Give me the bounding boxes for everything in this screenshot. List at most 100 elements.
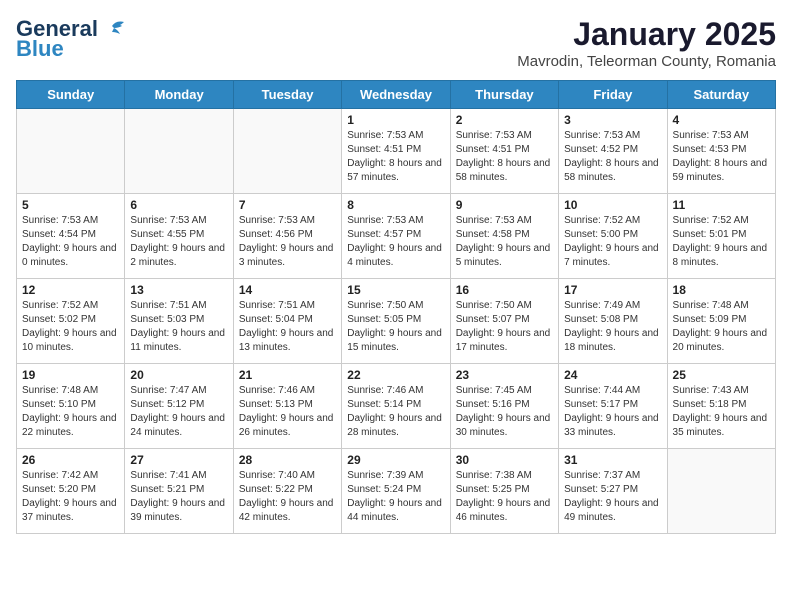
day-info: Sunrise: 7:40 AM Sunset: 5:22 PM Dayligh… [239, 469, 336, 525]
day-info: Sunrise: 7:50 AM Sunset: 5:05 PM Dayligh… [347, 299, 444, 355]
day-number: 1 [347, 113, 444, 127]
day-number: 27 [130, 453, 227, 467]
weekday-header: Friday [559, 81, 667, 109]
day-number: 28 [239, 453, 336, 467]
calendar-week-row: 26Sunrise: 7:42 AM Sunset: 5:20 PM Dayli… [17, 449, 776, 534]
day-info: Sunrise: 7:46 AM Sunset: 5:13 PM Dayligh… [239, 384, 336, 440]
day-info: Sunrise: 7:53 AM Sunset: 4:51 PM Dayligh… [456, 129, 553, 185]
calendar-cell: 1 Sunrise: 7:53 AM Sunset: 4:51 PM Daylig… [342, 109, 450, 194]
day-info: Sunrise: 7:53 AM Sunset: 4:57 PM Dayligh… [347, 214, 444, 270]
calendar-cell [17, 109, 125, 194]
day-info: Sunrise: 7:49 AM Sunset: 5:08 PM Dayligh… [564, 299, 661, 355]
calendar-cell: 29 Sunrise: 7:39 AM Sunset: 5:24 PM Dayli… [342, 449, 450, 534]
weekday-header: Monday [125, 81, 233, 109]
calendar-cell: 2 Sunrise: 7:53 AM Sunset: 4:51 PM Daylig… [450, 109, 558, 194]
calendar-cell: 25 Sunrise: 7:43 AM Sunset: 5:18 PM Dayli… [667, 364, 775, 449]
day-number: 7 [239, 198, 336, 212]
day-info: Sunrise: 7:45 AM Sunset: 5:16 PM Dayligh… [456, 384, 553, 440]
day-number: 9 [456, 198, 553, 212]
page-header: General Blue January 2025 Mavrodin, Tele… [16, 16, 776, 70]
day-number: 31 [564, 453, 661, 467]
day-info: Sunrise: 7:38 AM Sunset: 5:25 PM Dayligh… [456, 469, 553, 525]
title-block: January 2025 Mavrodin, Teleorman County,… [517, 16, 776, 70]
day-number: 21 [239, 368, 336, 382]
day-info: Sunrise: 7:53 AM Sunset: 4:54 PM Dayligh… [22, 214, 119, 270]
day-info: Sunrise: 7:37 AM Sunset: 5:27 PM Dayligh… [564, 469, 661, 525]
day-info: Sunrise: 7:43 AM Sunset: 5:18 PM Dayligh… [673, 384, 770, 440]
calendar-week-row: 19 Sunrise: 7:48 AM Sunset: 5:10 PM Dayli… [17, 364, 776, 449]
calendar-subtitle: Mavrodin, Teleorman County, Romania [517, 53, 776, 70]
weekday-header: Sunday [17, 81, 125, 109]
day-info: Sunrise: 7:53 AM Sunset: 4:58 PM Dayligh… [456, 214, 553, 270]
day-number: 8 [347, 198, 444, 212]
weekday-header: Tuesday [233, 81, 341, 109]
calendar-cell: 3 Sunrise: 7:53 AM Sunset: 4:52 PM Daylig… [559, 109, 667, 194]
calendar-cell: 12 Sunrise: 7:52 AM Sunset: 5:02 PM Dayli… [17, 279, 125, 364]
calendar-week-row: 5 Sunrise: 7:53 AM Sunset: 4:54 PM Daylig… [17, 194, 776, 279]
day-number: 5 [22, 198, 119, 212]
day-number: 15 [347, 283, 444, 297]
weekday-header: Thursday [450, 81, 558, 109]
calendar-cell: 10Sunrise: 7:52 AM Sunset: 5:00 PM Dayli… [559, 194, 667, 279]
day-info: Sunrise: 7:51 AM Sunset: 5:03 PM Dayligh… [130, 299, 227, 355]
day-info: Sunrise: 7:47 AM Sunset: 5:12 PM Dayligh… [130, 384, 227, 440]
calendar-title: January 2025 [517, 16, 776, 53]
calendar-cell: 23 Sunrise: 7:45 AM Sunset: 5:16 PM Dayli… [450, 364, 558, 449]
day-number: 29 [347, 453, 444, 467]
day-info: Sunrise: 7:41 AM Sunset: 5:21 PM Dayligh… [130, 469, 227, 525]
logo-blue: Blue [16, 36, 64, 62]
day-info: Sunrise: 7:46 AM Sunset: 5:14 PM Dayligh… [347, 384, 444, 440]
day-number: 6 [130, 198, 227, 212]
calendar-cell [125, 109, 233, 194]
day-number: 20 [130, 368, 227, 382]
day-info: Sunrise: 7:39 AM Sunset: 5:24 PM Dayligh… [347, 469, 444, 525]
calendar-cell: 8 Sunrise: 7:53 AM Sunset: 4:57 PM Daylig… [342, 194, 450, 279]
day-info: Sunrise: 7:53 AM Sunset: 4:52 PM Dayligh… [564, 129, 661, 185]
calendar-cell: 14Sunrise: 7:51 AM Sunset: 5:04 PM Dayli… [233, 279, 341, 364]
weekday-header: Saturday [667, 81, 775, 109]
calendar-cell: 16 Sunrise: 7:50 AM Sunset: 5:07 PM Dayli… [450, 279, 558, 364]
day-number: 2 [456, 113, 553, 127]
day-info: Sunrise: 7:52 AM Sunset: 5:02 PM Dayligh… [22, 299, 119, 355]
day-number: 30 [456, 453, 553, 467]
day-info: Sunrise: 7:50 AM Sunset: 5:07 PM Dayligh… [456, 299, 553, 355]
day-number: 12 [22, 283, 119, 297]
day-number: 18 [673, 283, 770, 297]
weekday-header: Wednesday [342, 81, 450, 109]
calendar-cell: 9 Sunrise: 7:53 AM Sunset: 4:58 PM Daylig… [450, 194, 558, 279]
calendar-cell [667, 449, 775, 534]
day-number: 3 [564, 113, 661, 127]
day-info: Sunrise: 7:53 AM Sunset: 4:51 PM Dayligh… [347, 129, 444, 185]
day-info: Sunrise: 7:44 AM Sunset: 5:17 PM Dayligh… [564, 384, 661, 440]
day-number: 16 [456, 283, 553, 297]
calendar-week-row: 12 Sunrise: 7:52 AM Sunset: 5:02 PM Dayli… [17, 279, 776, 364]
day-number: 22 [347, 368, 444, 382]
calendar-cell: 6 Sunrise: 7:53 AM Sunset: 4:55 PM Daylig… [125, 194, 233, 279]
day-number: 23 [456, 368, 553, 382]
calendar-cell: 20 Sunrise: 7:47 AM Sunset: 5:12 PM Dayli… [125, 364, 233, 449]
day-number: 17 [564, 283, 661, 297]
calendar-cell: 5 Sunrise: 7:53 AM Sunset: 4:54 PM Daylig… [17, 194, 125, 279]
calendar-cell: 17 Sunrise: 7:49 AM Sunset: 5:08 PM Dayli… [559, 279, 667, 364]
day-info: Sunrise: 7:48 AM Sunset: 5:09 PM Dayligh… [673, 299, 770, 355]
calendar-cell: 27 Sunrise: 7:41 AM Sunset: 5:21 PM Dayli… [125, 449, 233, 534]
day-number: 19 [22, 368, 119, 382]
day-info: Sunrise: 7:53 AM Sunset: 4:53 PM Dayligh… [673, 129, 770, 185]
calendar-table: SundayMondayTuesdayWednesdayThursdayFrid… [16, 80, 776, 534]
calendar-cell: 18 Sunrise: 7:48 AM Sunset: 5:09 PM Dayli… [667, 279, 775, 364]
day-number: 11 [673, 198, 770, 212]
day-number: 14 [239, 283, 336, 297]
calendar-cell: 21 Sunrise: 7:46 AM Sunset: 5:13 PM Dayli… [233, 364, 341, 449]
day-info: Sunrise: 7:48 AM Sunset: 5:10 PM Dayligh… [22, 384, 119, 440]
day-number: 25 [673, 368, 770, 382]
calendar-cell: 15 Sunrise: 7:50 AM Sunset: 5:05 PM Dayli… [342, 279, 450, 364]
day-info: Sunrise: 7:53 AM Sunset: 4:55 PM Dayligh… [130, 214, 227, 270]
calendar-week-row: 1 Sunrise: 7:53 AM Sunset: 4:51 PM Daylig… [17, 109, 776, 194]
day-number: 24 [564, 368, 661, 382]
calendar-cell: 26Sunrise: 7:42 AM Sunset: 5:20 PM Dayli… [17, 449, 125, 534]
logo: General Blue [16, 16, 128, 62]
calendar-cell: 22 Sunrise: 7:46 AM Sunset: 5:14 PM Dayli… [342, 364, 450, 449]
calendar-cell: 13Sunrise: 7:51 AM Sunset: 5:03 PM Dayli… [125, 279, 233, 364]
day-number: 10 [564, 198, 661, 212]
calendar-cell: 31 Sunrise: 7:37 AM Sunset: 5:27 PM Dayli… [559, 449, 667, 534]
